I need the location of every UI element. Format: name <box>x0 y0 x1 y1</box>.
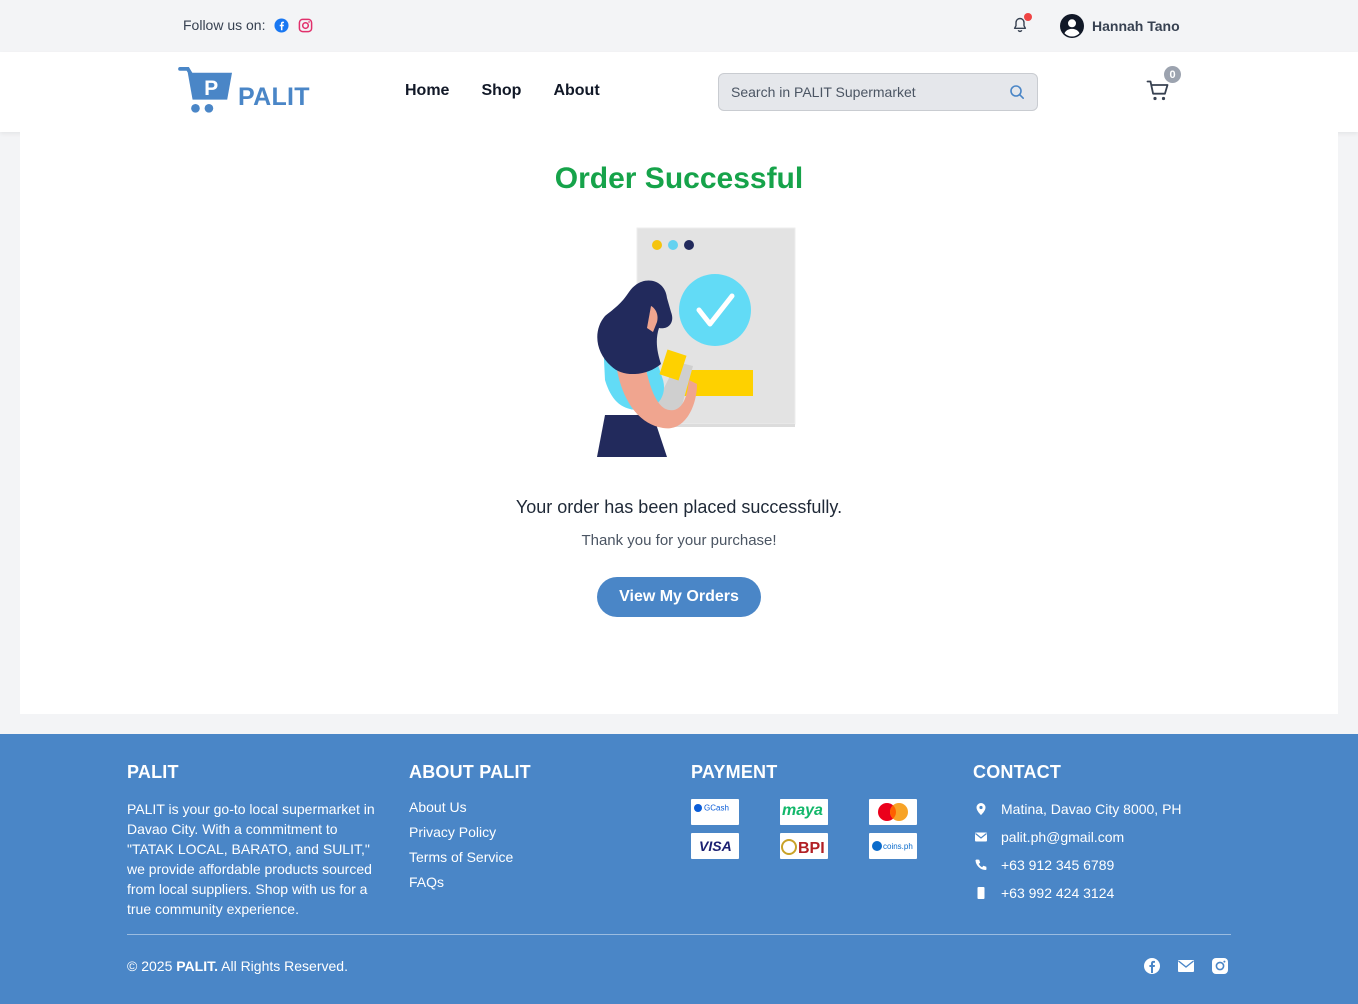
visa-logo: VISA <box>691 833 739 859</box>
view-my-orders-button[interactable]: View My Orders <box>597 577 761 617</box>
follow-us-label: Follow us on: <box>183 17 266 33</box>
mobile-phone-icon <box>977 887 985 899</box>
coinsph-logo: coins.ph <box>869 833 917 859</box>
svg-text:BPI: BPI <box>798 840 825 857</box>
palit-logo[interactable]: P PALIT <box>178 66 310 116</box>
search-bar <box>718 73 1038 111</box>
top-bar: Follow us on: Hannah Tano <box>0 0 1358 52</box>
success-message: Your order has been placed successfully. <box>515 497 843 517</box>
footer-payment-heading: PAYMENT <box>691 762 778 782</box>
cart-icon <box>1146 80 1169 101</box>
footer-palit-heading: PALIT <box>127 762 179 782</box>
contact-mobile-text[interactable]: +63 992 424 3124 <box>1001 885 1114 901</box>
footer-palit-column: PALIT PALIT is your go-to local supermar… <box>127 762 379 919</box>
contact-address-text: Matina, Davao City 8000, PH <box>1001 801 1182 817</box>
svg-text:VISA: VISA <box>699 838 732 854</box>
contact-mobile: +63 992 424 3124 <box>973 883 1182 903</box>
footer-link-terms-of-service[interactable]: Terms of Service <box>409 849 531 865</box>
email-icon <box>975 832 987 842</box>
contact-phone: +63 912 345 6789 <box>973 855 1182 875</box>
footer: PALIT PALIT is your go-to local supermar… <box>0 734 1358 1004</box>
nav-shop[interactable]: Shop <box>481 82 521 100</box>
footer-link-about-us[interactable]: About Us <box>409 799 531 815</box>
nav-about[interactable]: About <box>553 82 599 100</box>
bpi-logo: BPI <box>780 833 828 859</box>
user-menu[interactable]: Hannah Tano <box>1060 14 1180 38</box>
footer-contact-column: CONTACT Matina, Davao City 8000, PH pali… <box>973 762 1182 911</box>
contact-address: Matina, Davao City 8000, PH <box>973 799 1182 819</box>
footer-about-column: ABOUT PALIT About Us Privacy Policy Term… <box>409 762 531 899</box>
copyright-brand: PALIT. <box>176 958 218 974</box>
nav-home[interactable]: Home <box>405 82 449 100</box>
footer-payment-column: PAYMENT GCash maya VISA BPI coins.ph <box>691 762 917 859</box>
footer-email-icon[interactable] <box>1177 957 1195 975</box>
contact-phone-text[interactable]: +63 912 345 6789 <box>1001 857 1114 873</box>
cart-button[interactable]: 0 <box>1146 66 1181 103</box>
location-pin-icon <box>976 803 986 815</box>
notification-bell-icon[interactable] <box>1011 13 1032 34</box>
facebook-icon[interactable] <box>274 17 290 33</box>
svg-text:GCash: GCash <box>704 804 729 813</box>
footer-social-links <box>1143 957 1245 975</box>
contact-email-text[interactable]: palit.ph@gmail.com <box>1001 829 1124 845</box>
payment-methods: GCash maya VISA BPI coins.ph <box>691 799 917 859</box>
thank-you-message: Thank you for your purchase! <box>581 532 777 549</box>
maya-logo: maya <box>780 799 828 825</box>
gcash-logo: GCash <box>691 799 739 825</box>
footer-divider <box>127 934 1231 935</box>
svg-text:P: P <box>204 77 218 100</box>
footer-contact-heading: CONTACT <box>973 762 1062 782</box>
footer-about-heading: ABOUT PALIT <box>409 762 531 782</box>
search-input[interactable] <box>719 84 1009 100</box>
svg-text:coins.ph: coins.ph <box>883 842 913 851</box>
footer-link-privacy-policy[interactable]: Privacy Policy <box>409 824 531 840</box>
phone-icon <box>975 859 987 870</box>
main-header: P PALIT Home Shop About 0 <box>0 52 1358 132</box>
user-name: Hannah Tano <box>1092 18 1180 34</box>
copyright: © 2025 PALIT. All Rights Reserved. <box>127 958 348 974</box>
mastercard-logo <box>869 799 917 825</box>
footer-instagram-icon[interactable] <box>1211 957 1229 975</box>
contact-email: palit.ph@gmail.com <box>973 827 1182 847</box>
order-success-illustration <box>597 227 796 457</box>
footer-link-faqs[interactable]: FAQs <box>409 874 531 890</box>
footer-palit-description: PALIT is your go-to local supermarket in… <box>127 801 375 917</box>
cart-logo-icon: P <box>178 66 232 113</box>
footer-facebook-icon[interactable] <box>1143 957 1161 975</box>
page-title: Order Successful <box>554 162 804 195</box>
instagram-icon[interactable] <box>298 18 313 33</box>
copyright-suffix: All Rights Reserved. <box>221 958 348 974</box>
svg-text:maya: maya <box>782 802 823 819</box>
cart-count-badge: 0 <box>1164 66 1181 83</box>
logo-text: PALIT <box>238 83 310 111</box>
notification-dot <box>1024 13 1032 21</box>
main-nav: Home Shop About <box>405 82 632 100</box>
search-icon[interactable] <box>1009 84 1025 100</box>
user-avatar-icon <box>1060 14 1084 38</box>
copyright-prefix: © 2025 <box>127 958 173 974</box>
order-success-card: Order Successful Your order has been pla… <box>20 132 1338 714</box>
follow-us: Follow us on: <box>183 17 322 33</box>
